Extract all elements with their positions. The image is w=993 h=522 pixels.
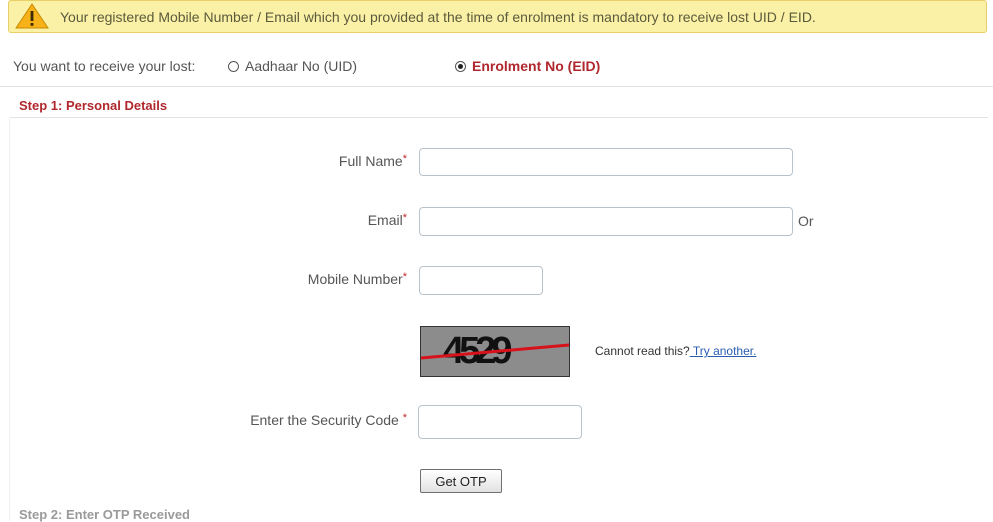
captcha-refresh-row: Cannot read this? Try another.	[595, 344, 756, 358]
radio-aadhaar-uid[interactable]: Aadhaar No (UID)	[228, 58, 357, 74]
step1-heading: Step 1: Personal Details	[19, 98, 168, 113]
radio-label-eid: Enrolment No (EID)	[472, 58, 601, 74]
email-input[interactable]	[419, 207, 793, 236]
step1-divider	[10, 117, 988, 118]
email-label-text: Email	[367, 212, 403, 228]
mandatory-notice: Your registered Mobile Number / Email wh…	[8, 0, 987, 33]
required-marker: *	[402, 153, 407, 165]
or-separator: Or	[798, 213, 814, 229]
step2-heading: Step 2: Enter OTP Received	[19, 507, 190, 522]
mobile-label: Mobile Number*	[308, 271, 407, 287]
security-code-label-text: Enter the Security Code	[250, 412, 403, 428]
radio-button-uid[interactable]	[228, 61, 239, 72]
full-name-label-text: Full Name	[338, 153, 403, 169]
required-marker: *	[402, 271, 407, 283]
try-another-link[interactable]: Try another.	[690, 344, 757, 358]
required-marker: *	[402, 412, 407, 424]
full-name-label: Full Name*	[339, 153, 407, 169]
radio-enrolment-eid[interactable]: Enrolment No (EID)	[455, 58, 600, 74]
captcha-graphic: 4529	[420, 330, 570, 372]
get-otp-button[interactable]: Get OTP	[420, 469, 502, 493]
mobile-label-text: Mobile Number	[307, 271, 403, 287]
form-left-border	[9, 118, 10, 521]
warning-icon	[15, 3, 49, 29]
radio-label-uid: Aadhaar No (UID)	[245, 58, 358, 74]
required-marker: *	[402, 212, 407, 224]
radio-button-eid[interactable]	[455, 61, 466, 72]
security-code-input[interactable]	[418, 405, 582, 439]
notice-text: Your registered Mobile Number / Email wh…	[60, 9, 816, 25]
email-label: Email*	[368, 212, 407, 228]
mobile-number-input[interactable]	[419, 266, 543, 295]
full-name-input[interactable]	[419, 148, 793, 176]
retrieve-type-selector: You want to receive your lost: Aadhaar N…	[0, 50, 993, 87]
security-code-label: Enter the Security Code *	[250, 412, 407, 428]
captcha-image: 4529	[420, 326, 570, 377]
cannot-read-text: Cannot read this?	[595, 344, 690, 358]
retrieve-type-label: You want to receive your lost:	[13, 58, 196, 74]
